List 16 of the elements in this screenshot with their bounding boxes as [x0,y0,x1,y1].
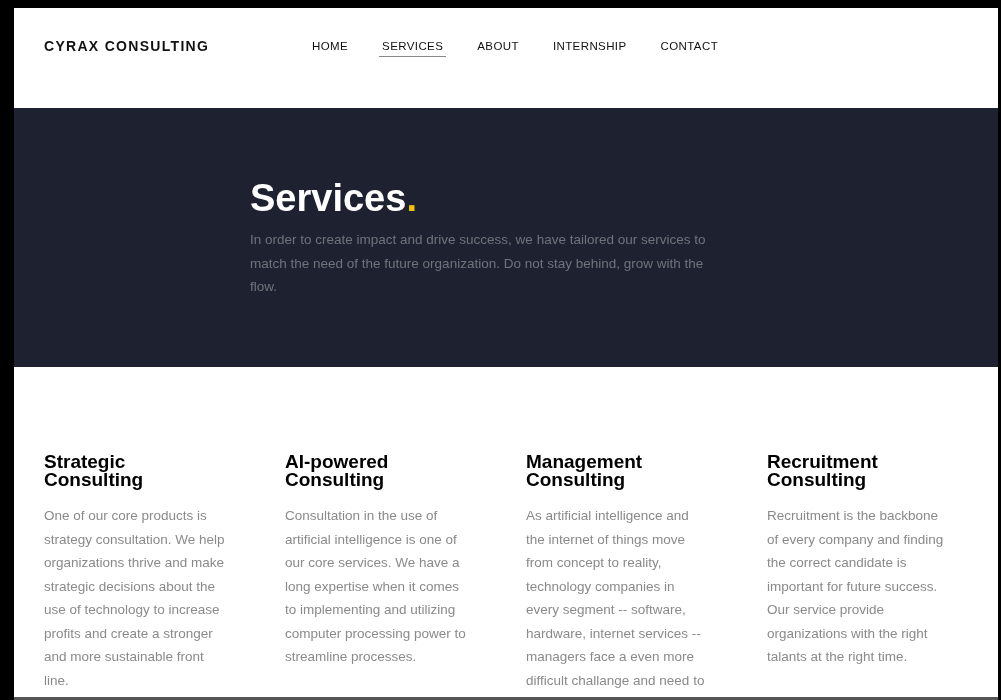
nav-link[interactable]: SERVICES [379,38,447,57]
intro-text: In order to create impact and drive success, we have tailored our services to match the need of the future organization. Do not stay behind, grow with the flow. [250,231,707,296]
service-title: Strategic Consulting [44,453,145,489]
service-description: Consultation in the use of artificial intelligence is one of our core services. We have a long expertise when it comes to implementing and utilizing computer processing power to streamline processes. [285,507,467,666]
service-description: As artificial intelligence and the internet of things move from concept to reality, technology companies in every segment -- software, hardware, internet services -- managers face a even more difficult challange and need to [526,507,706,690]
service-title: Management Consulting [526,453,644,489]
service-description: Recruitment is the backbone of every company and finding the correct candidate is important for future success. Our service provide organizations with the right talants at the right time. [767,507,945,666]
service-description: One of our core products is strategy consultation. We help organizations thrive and make strategic decisions about the use of technology to increase profits and create a stronger and more sustainable front line. [44,507,226,690]
page-title: Services. [250,178,418,218]
brand-name[interactable]: CYRAX CONSULTING [44,38,309,54]
service-title: AI-powered Consulting [285,453,390,489]
nav-link[interactable]: CONTACT [657,38,722,57]
nav-link[interactable]: HOME [309,38,352,57]
service-title: Recruitment Consulting [767,453,879,489]
nav-link[interactable]: ABOUT [474,38,522,57]
nav-link[interactable]: INTERNSHIP [549,38,630,57]
